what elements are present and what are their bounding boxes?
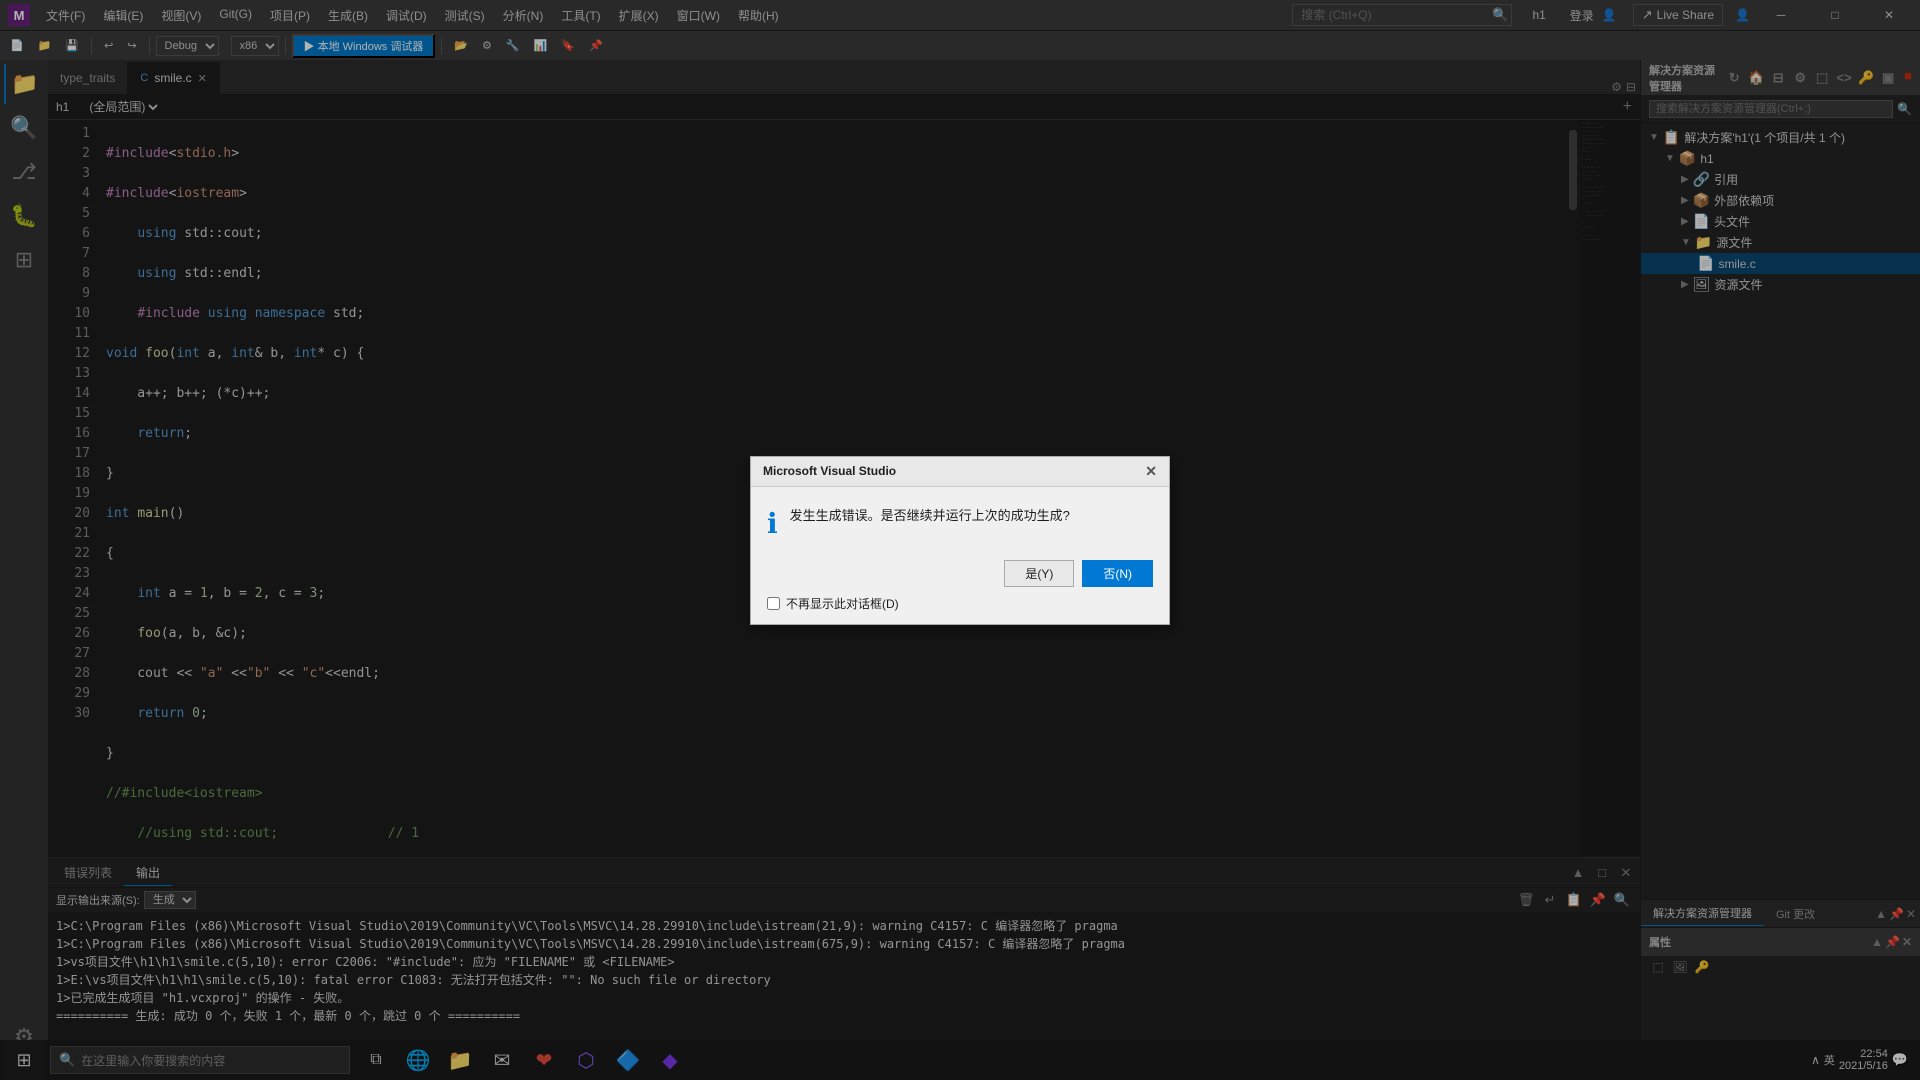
dialog-footer: 是(Y) 否(N) 不再显示此对话框(D) xyxy=(751,552,1169,624)
dialog-title-bar: Microsoft Visual Studio ✕ xyxy=(751,457,1169,487)
dialog-info-icon: ℹ xyxy=(767,507,778,540)
dialog-yes-button[interactable]: 是(Y) xyxy=(1004,560,1074,587)
dialog-title: Microsoft Visual Studio xyxy=(763,464,896,478)
dialog-checkbox-label: 不再显示此对话框(D) xyxy=(786,595,899,612)
dialog-message: 发生生成错误。是否继续并运行上次的成功生成? xyxy=(790,507,1070,525)
dialog-close-button[interactable]: ✕ xyxy=(1145,463,1157,480)
dialog-checkbox[interactable] xyxy=(767,597,780,610)
dialog-no-button[interactable]: 否(N) xyxy=(1082,560,1153,587)
dialog-buttons: 是(Y) 否(N) xyxy=(767,560,1153,587)
dialog-body: ℹ 发生生成错误。是否继续并运行上次的成功生成? xyxy=(751,487,1169,552)
dialog-overlay: Microsoft Visual Studio ✕ ℹ 发生生成错误。是否继续并… xyxy=(0,0,1920,1080)
dialog: Microsoft Visual Studio ✕ ℹ 发生生成错误。是否继续并… xyxy=(750,456,1170,625)
dialog-checkbox-row: 不再显示此对话框(D) xyxy=(767,595,1153,612)
